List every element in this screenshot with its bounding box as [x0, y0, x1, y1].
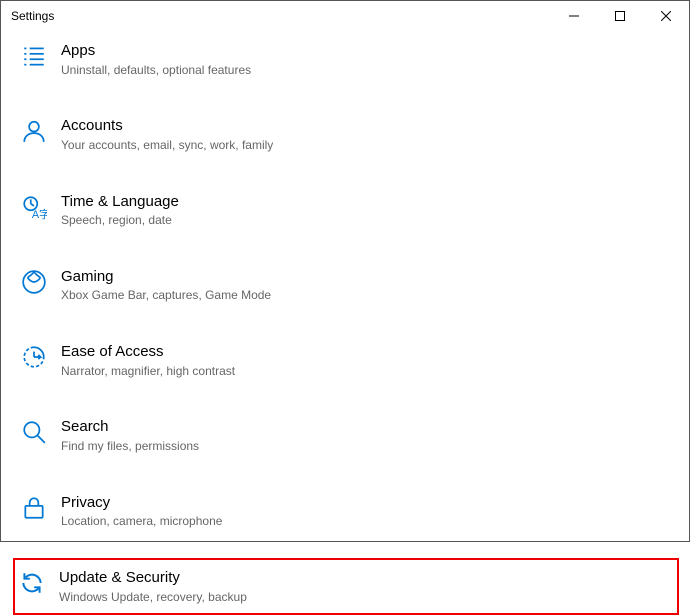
close-button[interactable] [643, 1, 689, 31]
category-title: Accounts [61, 116, 273, 136]
time-language-icon: A字 [21, 194, 47, 220]
ease-of-access-icon [21, 344, 47, 370]
category-time-language[interactable]: A字 Time & Language Speech, region, date [15, 182, 689, 239]
accounts-icon [21, 118, 47, 144]
category-title: Privacy [61, 493, 222, 513]
gaming-icon [21, 269, 47, 295]
search-icon [21, 419, 47, 445]
category-title: Update & Security [59, 568, 247, 588]
category-search[interactable]: Search Find my files, permissions [15, 407, 689, 464]
category-desc: Find my files, permissions [61, 438, 199, 455]
category-title: Search [61, 417, 199, 437]
category-desc: Windows Update, recovery, backup [59, 589, 247, 606]
window-title: Settings [11, 9, 551, 23]
window-controls [551, 1, 689, 31]
category-title: Gaming [61, 267, 271, 287]
svg-text:A字: A字 [32, 206, 47, 219]
titlebar: Settings [1, 1, 689, 31]
category-privacy[interactable]: Privacy Location, camera, microphone [15, 483, 689, 540]
category-desc: Uninstall, defaults, optional features [61, 62, 251, 79]
category-desc: Your accounts, email, sync, work, family [61, 137, 273, 154]
minimize-button[interactable] [551, 1, 597, 31]
category-title: Apps [61, 41, 251, 61]
category-desc: Speech, region, date [61, 212, 179, 229]
maximize-button[interactable] [597, 1, 643, 31]
category-gaming[interactable]: Gaming Xbox Game Bar, captures, Game Mod… [15, 257, 689, 314]
category-ease-of-access[interactable]: Ease of Access Narrator, magnifier, high… [15, 332, 689, 389]
apps-icon [21, 43, 47, 69]
privacy-icon [21, 495, 47, 521]
category-apps[interactable]: Apps Uninstall, defaults, optional featu… [15, 31, 689, 88]
category-desc: Location, camera, microphone [61, 513, 222, 530]
category-desc: Narrator, magnifier, high contrast [61, 363, 235, 380]
category-update-security[interactable]: Update & Security Windows Update, recove… [13, 558, 679, 615]
category-title: Time & Language [61, 192, 179, 212]
category-accounts[interactable]: Accounts Your accounts, email, sync, wor… [15, 106, 689, 163]
category-desc: Xbox Game Bar, captures, Game Mode [61, 287, 271, 304]
category-title: Ease of Access [61, 342, 235, 362]
update-security-icon [19, 570, 45, 596]
settings-category-list: Apps Uninstall, defaults, optional featu… [1, 31, 689, 615]
